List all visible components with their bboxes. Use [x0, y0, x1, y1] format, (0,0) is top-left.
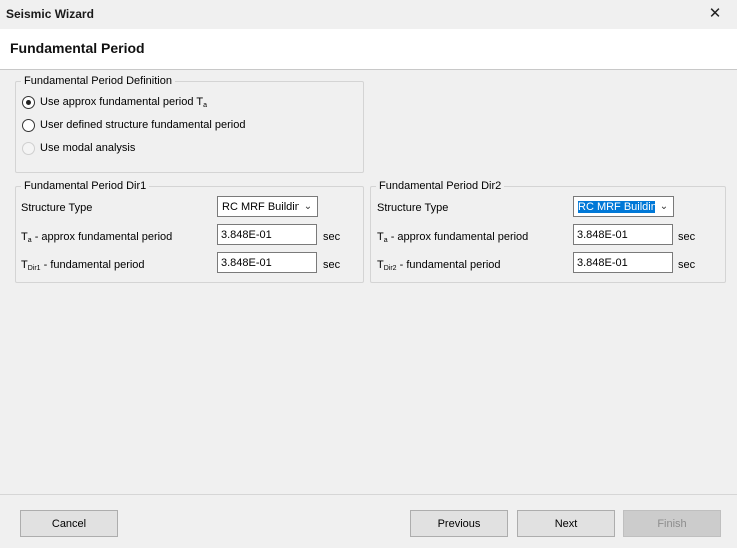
wizard-footer: Cancel Previous Next Finish [0, 494, 737, 548]
radio-modal-analysis-label: Use modal analysis [40, 142, 136, 154]
chevron-down-icon: ⌄ [303, 201, 313, 212]
wizard-content: Fundamental Period Definition Use approx… [0, 70, 737, 494]
radio-approx-period[interactable]: Use approx fundamental period Ta [22, 94, 207, 110]
radio-user-defined-period[interactable]: User defined structure fundamental perio… [22, 117, 245, 133]
dir2-approx-period-input[interactable] [573, 224, 673, 245]
dir1-structure-type-label: Structure Type [21, 202, 93, 214]
radio-modal-analysis[interactable]: Use modal analysis [22, 140, 135, 156]
title-bar: Seismic Wizard ✕ [0, 0, 737, 29]
dir2-approx-period-unit: sec [678, 231, 696, 243]
radio-user-defined-period-label: User defined structure fundamental perio… [40, 119, 246, 131]
cancel-button[interactable]: Cancel [20, 510, 118, 537]
close-icon[interactable]: ✕ [707, 5, 723, 23]
dir2-approx-period-label: Ta - approx fundamental period [377, 231, 529, 244]
next-button[interactable]: Next [517, 510, 615, 537]
dir1-approx-period-unit: sec [323, 231, 341, 243]
period-dir2-group: Fundamental Period Dir2 Structure Type R… [370, 180, 726, 283]
period-dir1-group: Fundamental Period Dir1 Structure Type R… [15, 180, 364, 283]
radio-user-defined-period-button[interactable] [22, 118, 35, 132]
dir1-fundamental-period-label: TDir1 - fundamental period [21, 259, 145, 272]
dir2-fundamental-period-label: TDir2 - fundamental period [377, 259, 501, 272]
window-title: Seismic Wizard [6, 7, 94, 21]
period-definition-group: Fundamental Period Definition Use approx… [15, 75, 364, 173]
dir2-fundamental-period-unit: sec [678, 259, 696, 271]
page-header: Fundamental Period [0, 29, 737, 70]
dir2-fundamental-period-input[interactable] [573, 252, 673, 273]
dir1-fundamental-period-unit: sec [323, 259, 341, 271]
dir1-approx-period-label: Ta - approx fundamental period [21, 231, 173, 244]
dir1-approx-period-input[interactable] [217, 224, 317, 245]
radio-approx-period-button[interactable] [22, 95, 35, 109]
radio-modal-analysis-button[interactable] [22, 141, 35, 155]
chevron-down-icon: ⌄ [659, 201, 669, 212]
dir2-structure-type-label: Structure Type [377, 202, 449, 214]
period-dir1-legend: Fundamental Period Dir1 [21, 180, 150, 192]
period-definition-legend: Fundamental Period Definition [21, 75, 175, 87]
dir2-structure-type-value: RC MRF Building [574, 200, 655, 213]
dir1-fundamental-period-input[interactable] [217, 252, 317, 273]
period-dir2-legend: Fundamental Period Dir2 [376, 180, 505, 192]
radio-approx-period-label: Use approx fundamental period Ta [40, 95, 207, 109]
finish-button[interactable]: Finish [623, 510, 721, 537]
dir1-structure-type-value: RC MRF Building [222, 200, 299, 213]
dir1-structure-type-select[interactable]: RC MRF Building ⌄ [217, 196, 318, 217]
page-title: Fundamental Period [10, 40, 145, 56]
dir2-structure-type-select[interactable]: RC MRF Building ⌄ [573, 196, 674, 217]
previous-button[interactable]: Previous [410, 510, 508, 537]
